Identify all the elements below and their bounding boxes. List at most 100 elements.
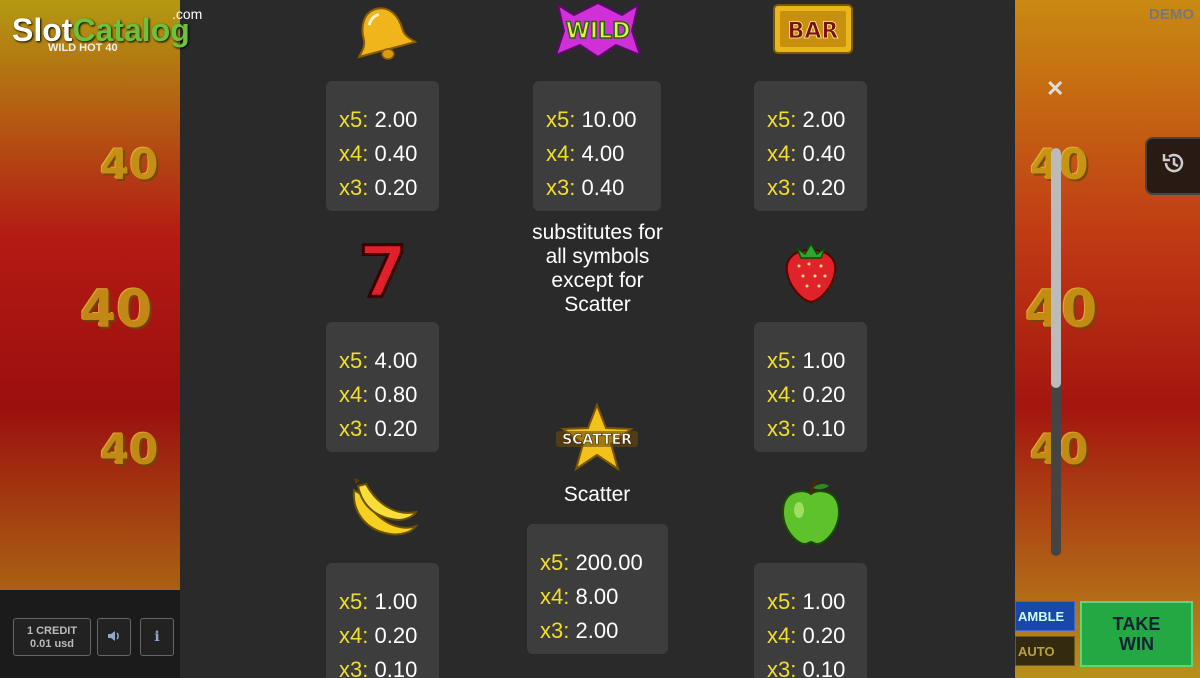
credit-label: 1 CREDIT bbox=[26, 625, 78, 637]
seven-symbol-text: 7 bbox=[358, 234, 407, 304]
payout-value: 1.00 bbox=[802, 589, 846, 614]
payout-value: 2.00 bbox=[802, 107, 846, 132]
speaker-icon bbox=[106, 628, 122, 647]
scatter-icon: SCATTER bbox=[553, 402, 641, 474]
pay-row-x5: x5: 2.00 bbox=[339, 103, 439, 137]
pay-row-x3: x3: 0.20 bbox=[339, 171, 439, 205]
pay-row-x4: x4: 4.00 bbox=[546, 137, 661, 171]
multiplier-label: x4: bbox=[339, 141, 369, 166]
payout-value: 0.20 bbox=[374, 175, 418, 200]
pay-row-x5: x5: 1.00 bbox=[767, 585, 867, 619]
pay-row-x5: x5: 1.00 bbox=[767, 344, 867, 378]
multiplier-label: x3: bbox=[339, 416, 369, 441]
take-win-button[interactable]: TAKE WIN bbox=[1080, 601, 1193, 667]
banana-icon bbox=[345, 475, 423, 547]
scatter-label: Scatter bbox=[563, 483, 631, 506]
payout-value: 4.00 bbox=[374, 348, 418, 373]
multiplier-label: x4: bbox=[767, 623, 797, 648]
auto-button[interactable]: AUTO bbox=[1015, 636, 1075, 666]
bar-paytable: x5: 2.00 x4: 0.40 x3: 0.20 bbox=[754, 81, 867, 211]
payout-value: 8.00 bbox=[575, 584, 619, 609]
multiplier-label: x5: bbox=[339, 107, 369, 132]
multiplier-label: x3: bbox=[540, 618, 570, 643]
banana-paytable: x5: 1.00 x4: 0.20 x3: 0.10 bbox=[326, 563, 439, 678]
payout-value: 0.20 bbox=[802, 623, 846, 648]
payout-value: 200.00 bbox=[575, 550, 643, 575]
pay-row-x3: x3: 0.10 bbox=[767, 653, 867, 678]
info-button[interactable]: i bbox=[140, 618, 174, 656]
game-name: WILD HOT 40 bbox=[48, 42, 118, 54]
bar-icon: BAR bbox=[770, 0, 855, 58]
payout-value: 0.40 bbox=[802, 141, 846, 166]
pay-row-x4: x4: 8.00 bbox=[540, 580, 668, 614]
pay-row-x5: x5: 1.00 bbox=[339, 585, 439, 619]
payout-value: 4.00 bbox=[581, 141, 625, 166]
background-bet-value: 40 bbox=[80, 280, 153, 340]
pay-row-x4: x4: 0.40 bbox=[339, 137, 439, 171]
payout-value: 0.40 bbox=[581, 175, 625, 200]
wild-paytable: x5: 10.00 x4: 4.00 x3: 0.40 bbox=[533, 81, 661, 211]
multiplier-label: x5: bbox=[767, 348, 797, 373]
background-bet-value: 40 bbox=[100, 140, 159, 189]
bell-paytable: x5: 2.00 x4: 0.40 x3: 0.20 bbox=[326, 81, 439, 211]
pay-row-x4: x4: 0.20 bbox=[767, 378, 867, 412]
payout-value: 0.40 bbox=[374, 141, 418, 166]
multiplier-label: x5: bbox=[339, 348, 369, 373]
multiplier-label: x4: bbox=[540, 584, 570, 609]
apple-paytable: x5: 1.00 x4: 0.20 x3: 0.10 bbox=[754, 563, 867, 678]
pay-row-x3: x3: 2.00 bbox=[540, 614, 668, 648]
take-win-label-line1: TAKE bbox=[1112, 614, 1161, 634]
multiplier-label: x4: bbox=[339, 382, 369, 407]
pay-row-x3: x3: 0.40 bbox=[546, 171, 661, 205]
history-button[interactable] bbox=[1145, 137, 1200, 195]
scatter-badge-text: SCATTER bbox=[562, 432, 632, 448]
payout-value: 0.10 bbox=[374, 657, 418, 678]
pay-row-x3: x3: 0.10 bbox=[339, 653, 439, 678]
credit-value-button[interactable]: 1 CREDIT 0.01 usd bbox=[13, 618, 91, 656]
close-paytable-button[interactable]: ✕ bbox=[1046, 76, 1064, 102]
wild-icon: WILD bbox=[550, 0, 645, 60]
pay-row-x4: x4: 0.20 bbox=[339, 619, 439, 653]
payout-value: 10.00 bbox=[581, 107, 637, 132]
pay-row-x5: x5: 200.00 bbox=[540, 546, 668, 580]
payout-value: 2.00 bbox=[575, 618, 619, 643]
payout-value: 0.10 bbox=[802, 657, 846, 678]
multiplier-label: x4: bbox=[767, 141, 797, 166]
gamble-button[interactable]: AMBLE bbox=[1015, 601, 1075, 631]
background-bet-value: 40 bbox=[1025, 280, 1098, 340]
payout-value: 0.80 bbox=[374, 382, 418, 407]
multiplier-label: x3: bbox=[339, 657, 369, 678]
wild-symbol-text: WILD bbox=[565, 19, 630, 44]
pay-row-x3: x3: 0.20 bbox=[339, 412, 439, 446]
payout-value: 1.00 bbox=[374, 589, 418, 614]
pay-row-x4: x4: 0.80 bbox=[339, 378, 439, 412]
multiplier-label: x5: bbox=[546, 107, 576, 132]
pay-row-x3: x3: 0.10 bbox=[767, 412, 867, 446]
multiplier-label: x3: bbox=[767, 657, 797, 678]
close-icon: ✕ bbox=[1046, 76, 1065, 101]
pay-row-x4: x4: 0.20 bbox=[767, 619, 867, 653]
watermark-com-text: .com bbox=[172, 6, 203, 22]
scatter-paytable: x5: 200.00 x4: 8.00 x3: 2.00 bbox=[527, 524, 668, 654]
payout-value: 0.20 bbox=[802, 382, 846, 407]
pay-row-x3: x3: 0.20 bbox=[767, 171, 867, 205]
strawberry-icon bbox=[775, 233, 847, 305]
multiplier-label: x5: bbox=[339, 589, 369, 614]
multiplier-label: x4: bbox=[767, 382, 797, 407]
pay-row-x5: x5: 2.00 bbox=[767, 103, 867, 137]
multiplier-label: x3: bbox=[767, 416, 797, 441]
payout-value: 1.00 bbox=[802, 348, 846, 373]
credit-currency: 0.01 usd bbox=[29, 638, 75, 650]
wild-description: substitutes for all symbols except for S… bbox=[532, 221, 663, 316]
history-icon bbox=[1161, 150, 1187, 183]
multiplier-label: x4: bbox=[546, 141, 576, 166]
payout-value: 2.00 bbox=[374, 107, 418, 132]
multiplier-label: x3: bbox=[767, 175, 797, 200]
payout-value: 0.20 bbox=[802, 175, 846, 200]
bar-symbol-text: BAR bbox=[787, 19, 838, 44]
pay-row-x4: x4: 0.40 bbox=[767, 137, 867, 171]
multiplier-label: x5: bbox=[767, 107, 797, 132]
pay-row-x5: x5: 10.00 bbox=[546, 103, 661, 137]
sound-button[interactable] bbox=[97, 618, 131, 656]
scrollbar-thumb[interactable] bbox=[1051, 148, 1061, 388]
